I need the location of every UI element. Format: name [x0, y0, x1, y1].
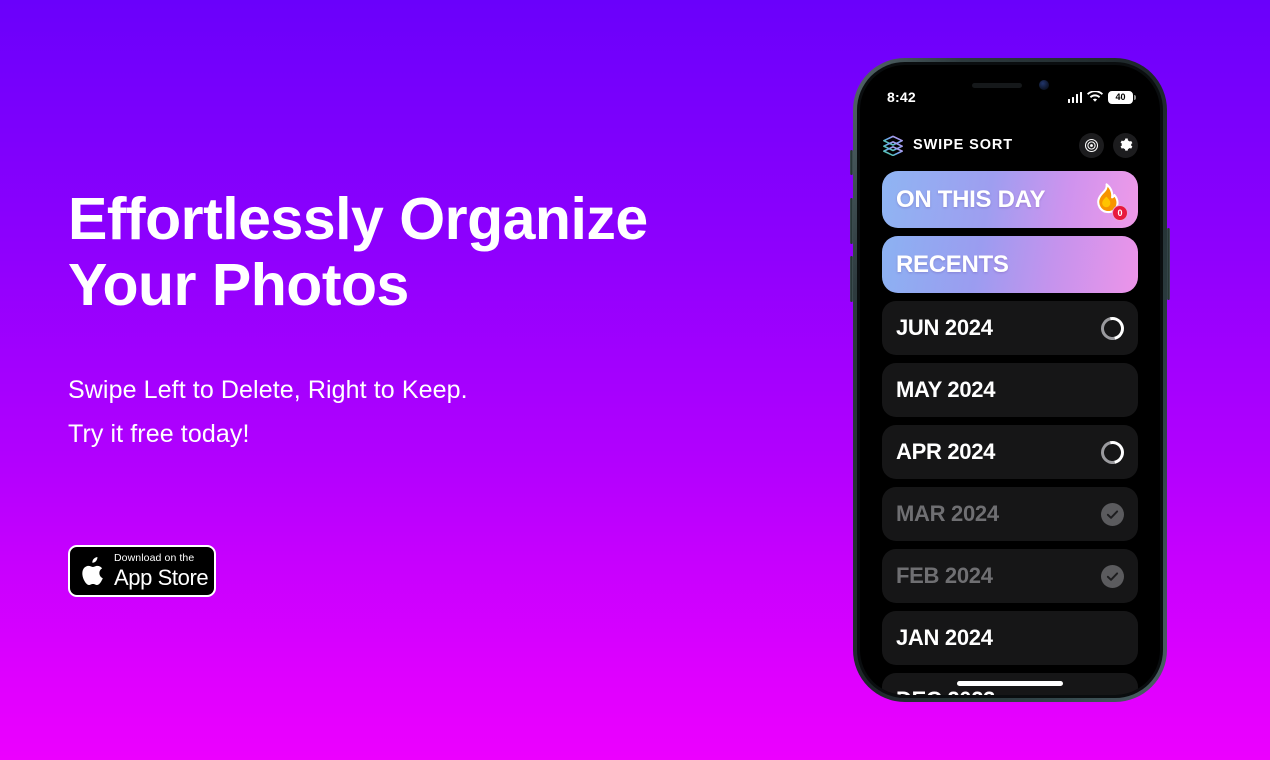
headline-line-2: Your Photos — [68, 252, 409, 318]
list-item-apr-2024[interactable]: APR 2024 — [882, 425, 1138, 479]
app-store-small-label: Download on the — [114, 552, 195, 565]
target-button[interactable] — [1079, 132, 1104, 158]
phone-power-button[interactable] — [1167, 228, 1170, 300]
gear-icon — [1120, 138, 1132, 151]
header-actions — [1079, 132, 1138, 158]
phone-volume-down-button[interactable] — [850, 256, 853, 302]
battery-icon: 40 — [1108, 90, 1136, 104]
flame-icon-wrapper: 0 — [1088, 182, 1128, 221]
subhead-line-1: Swipe Left to Delete, Right to Keep. — [68, 376, 468, 404]
list-item-accessory — [1096, 436, 1129, 468]
hero-section: Effortlessly Organize Your Photos Swipe … — [68, 186, 708, 456]
check-circle-icon — [1101, 502, 1124, 526]
check-circle-icon — [1101, 564, 1124, 588]
headline-line-1: Effortlessly Organize — [68, 186, 648, 252]
month-list[interactable]: ON THIS DAY 0 RECENTS JUN 2024 MAY 2024 … — [860, 171, 1160, 695]
list-item-on-this-day[interactable]: ON THIS DAY 0 — [882, 171, 1138, 228]
target-icon — [1084, 138, 1099, 152]
list-item-label: APR 2024 — [896, 439, 996, 464]
list-item-may-2024[interactable]: MAY 2024 — [882, 363, 1138, 417]
app-header: SWIPE SORT — [860, 125, 1160, 165]
apple-icon — [82, 556, 103, 585]
list-item-label: RECENTS — [896, 250, 1009, 278]
wifi-icon — [1087, 91, 1103, 102]
status-bar: 8:42 40 — [860, 87, 1160, 107]
status-bar-time: 8:42 — [887, 89, 916, 105]
list-item-label: DEC 2023 — [896, 687, 995, 695]
phone-mockup: 8:42 40 SWIPE SORT ON THIS DAY 0 RECENTS… — [850, 58, 1170, 702]
cellular-signal-icon — [1067, 91, 1082, 103]
hero-subtitle: Swipe Left to Delete, Right to Keep. Try… — [68, 368, 708, 456]
list-item-accessory — [1096, 312, 1129, 344]
list-item-label: JUN 2024 — [896, 315, 993, 340]
app-title: SWIPE SORT — [913, 137, 1014, 153]
phone-mute-switch[interactable] — [850, 150, 853, 175]
progress-ring-icon — [1096, 312, 1129, 344]
home-indicator[interactable] — [957, 681, 1063, 686]
page-title: Effortlessly Organize Your Photos — [68, 186, 708, 318]
app-store-download-button[interactable]: Download on the App Store — [68, 545, 216, 597]
list-item-label: ON THIS DAY — [896, 185, 1046, 213]
app-store-big-label: App Store — [114, 564, 209, 590]
app-store-labels: Download on the App Store — [114, 552, 209, 590]
layers-stack-icon — [883, 135, 903, 156]
list-item-feb-2024[interactable]: FEB 2024 — [882, 549, 1138, 603]
list-item-accessory — [1101, 564, 1124, 588]
settings-button[interactable] — [1113, 132, 1138, 158]
phone-volume-up-button[interactable] — [850, 198, 853, 244]
list-item-label: MAR 2024 — [896, 501, 999, 526]
check-icon — [1106, 509, 1119, 519]
status-bar-indicators: 40 — [1067, 90, 1136, 104]
progress-ring-icon — [1096, 436, 1129, 468]
app-brand: SWIPE SORT — [882, 134, 1013, 156]
list-item-accessory: 0 — [1088, 182, 1128, 221]
list-item-recents[interactable]: RECENTS — [882, 236, 1138, 293]
list-item-jan-2024[interactable]: JAN 2024 — [882, 611, 1138, 665]
battery-level-label: 40 — [1115, 91, 1126, 102]
list-item-accessory — [1101, 502, 1124, 526]
list-item-mar-2024[interactable]: MAR 2024 — [882, 487, 1138, 541]
check-icon — [1106, 571, 1119, 581]
badge-count: 0 — [1112, 204, 1128, 221]
list-item-jun-2024[interactable]: JUN 2024 — [882, 301, 1138, 355]
subhead-line-2: Try it free today! — [68, 420, 250, 448]
list-item-label: JAN 2024 — [896, 625, 993, 650]
list-item-label: MAY 2024 — [896, 377, 996, 402]
phone-screen: 8:42 40 SWIPE SORT ON THIS DAY 0 RECENTS… — [860, 65, 1160, 695]
list-item-label: FEB 2024 — [896, 563, 993, 588]
